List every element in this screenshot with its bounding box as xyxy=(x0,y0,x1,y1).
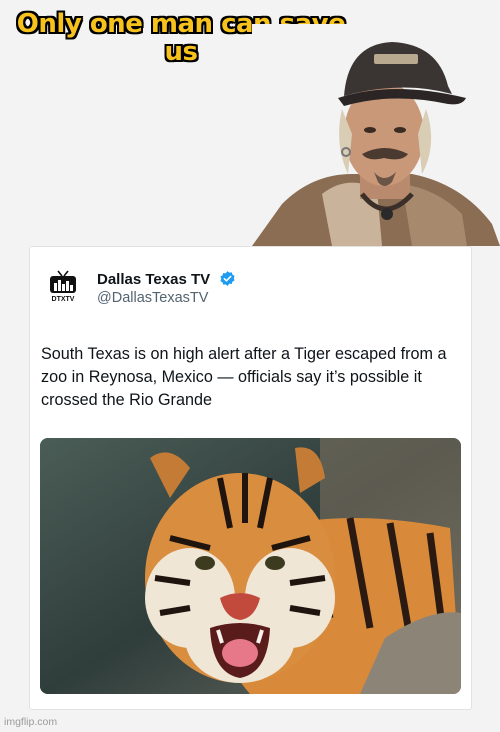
tweet-text: South Texas is on high alert after a Tig… xyxy=(41,345,447,409)
tiger-photo[interactable] xyxy=(40,438,461,694)
avatar-text: DTXTV xyxy=(52,296,75,303)
author-name-row[interactable]: Dallas Texas TV xyxy=(97,270,236,292)
imgflip-watermark: imgflip.com xyxy=(4,716,58,728)
verified-badge-icon xyxy=(219,270,236,292)
tweet-card[interactable]: DTXTV Dallas Texas TV @DallasTexasTV Sou… xyxy=(29,246,472,710)
tv-logo-icon[interactable]: DTXTV xyxy=(48,269,78,303)
author-handle[interactable]: @DallasTexasTV xyxy=(97,290,208,306)
man-photo xyxy=(252,24,500,246)
display-name[interactable]: Dallas Texas TV xyxy=(97,271,210,288)
